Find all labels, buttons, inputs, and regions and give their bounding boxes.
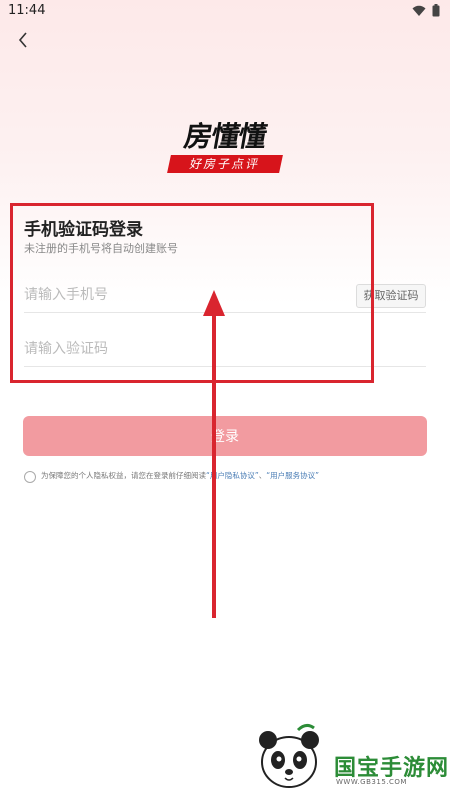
- status-time: 11:44: [8, 3, 46, 18]
- status-icons: [412, 4, 440, 17]
- agreement-checkbox[interactable]: [24, 471, 36, 483]
- annotation-highlight-box: [10, 203, 374, 383]
- service-agreement-link[interactable]: “用户服务协议”: [266, 471, 319, 480]
- site-watermark: 国宝手游网 WWW.GB315.COM: [252, 718, 450, 800]
- logo-wordmark: 房懂懂: [181, 120, 269, 153]
- wifi-icon: [412, 5, 426, 16]
- status-bar: 11:44: [0, 0, 450, 22]
- watermark-url: WWW.GB315.COM: [336, 778, 407, 786]
- agreement-text: 为保障您的个人隐私权益，请您在登录前仔细阅读“用户隐私协议”、“用户服务协议”: [41, 470, 319, 481]
- panda-icon: [259, 723, 319, 788]
- agreement-prefix: 为保障您的个人隐私权益，请您在登录前仔细阅读: [41, 471, 206, 480]
- logo-tagline: 好房子点评: [167, 155, 283, 173]
- app-logo: 房懂懂 好房子点评: [164, 120, 286, 176]
- annotation-arrow: [203, 290, 225, 618]
- back-button[interactable]: [12, 28, 36, 52]
- battery-icon: [432, 4, 440, 17]
